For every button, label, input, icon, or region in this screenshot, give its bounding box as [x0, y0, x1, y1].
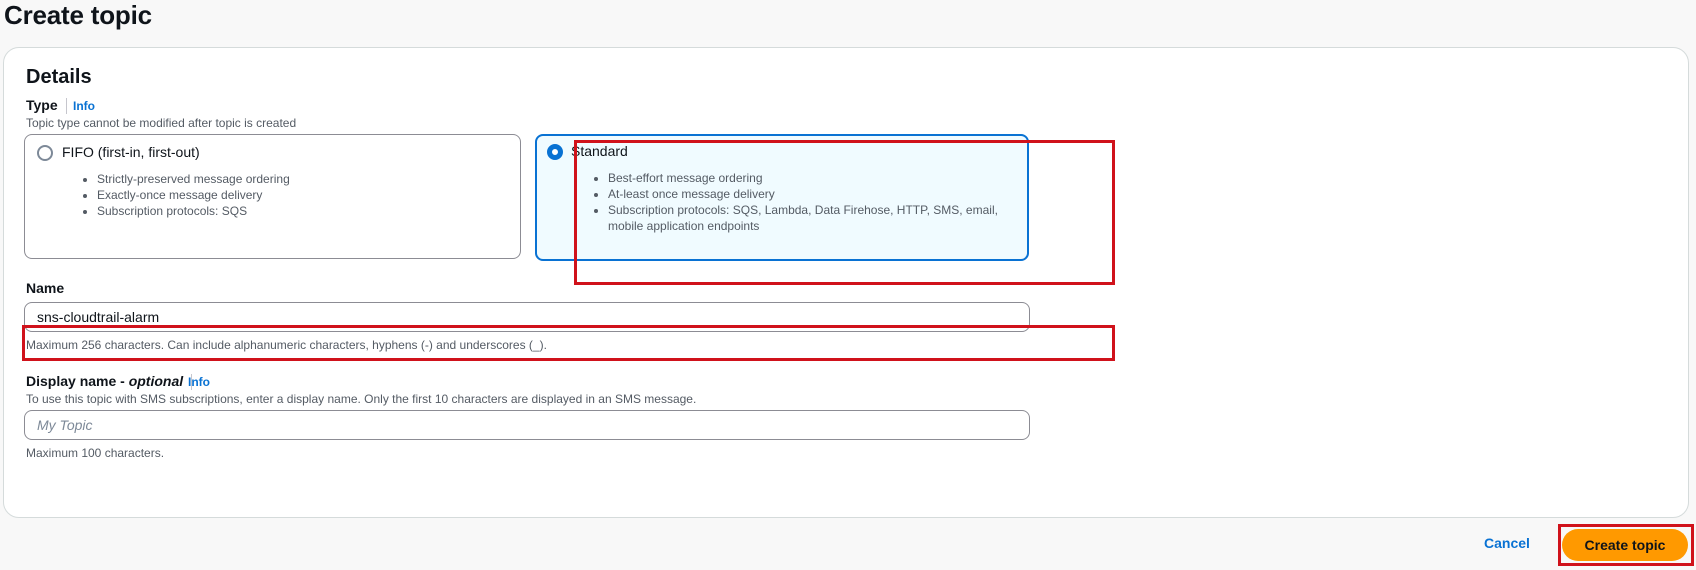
- fifo-type-tile[interactable]: FIFO (first-in, first-out) Strictly-pres…: [24, 134, 521, 259]
- fifo-tile-label: FIFO (first-in, first-out): [62, 144, 200, 160]
- display-name-info-link[interactable]: Info: [188, 375, 210, 389]
- list-item: Subscription protocols: SQS, Lambda, Dat…: [608, 202, 1008, 234]
- name-label: Name: [26, 280, 65, 296]
- page-title: Create topic: [4, 0, 152, 30]
- list-item: Exactly-once message delivery: [97, 187, 290, 203]
- name-hint: Maximum 256 characters. Can include alph…: [26, 338, 547, 352]
- display-name-hint: Maximum 100 characters.: [26, 446, 165, 460]
- display-name-label: Display name - optional: [26, 373, 200, 391]
- type-label-text: Type: [26, 97, 58, 113]
- divider: [65, 98, 67, 115]
- type-label: Type: [26, 97, 75, 115]
- name-input[interactable]: sns-cloudtrail-alarm: [24, 302, 1030, 332]
- details-heading: Details: [26, 66, 92, 88]
- display-name-label-text: Display name -: [26, 373, 129, 389]
- fifo-feature-list: Strictly-preserved message ordering Exac…: [81, 171, 290, 219]
- optional-text: optional: [128, 373, 184, 389]
- list-item: Strictly-preserved message ordering: [97, 171, 290, 187]
- type-description: Topic type cannot be modified after topi…: [26, 116, 297, 130]
- cancel-button[interactable]: Cancel: [1484, 535, 1530, 551]
- standard-type-tile[interactable]: Standard Best-effort message ordering At…: [535, 134, 1029, 261]
- standard-radio[interactable]: [547, 144, 563, 160]
- display-name-input[interactable]: My Topic: [24, 410, 1030, 440]
- list-item: Subscription protocols: SQS: [97, 203, 290, 219]
- list-item: Best-effort message ordering: [608, 170, 1008, 186]
- fifo-radio[interactable]: [37, 145, 53, 161]
- type-info-link[interactable]: Info: [73, 99, 95, 113]
- create-topic-button[interactable]: Create topic: [1562, 529, 1688, 561]
- display-name-description: To use this topic with SMS subscriptions…: [26, 392, 697, 406]
- details-panel: Details Type Info Topic type cannot be m…: [3, 47, 1689, 518]
- list-item: At-least once message delivery: [608, 186, 1008, 202]
- standard-feature-list: Best-effort message ordering At-least on…: [592, 170, 1008, 234]
- standard-tile-label: Standard: [571, 143, 628, 159]
